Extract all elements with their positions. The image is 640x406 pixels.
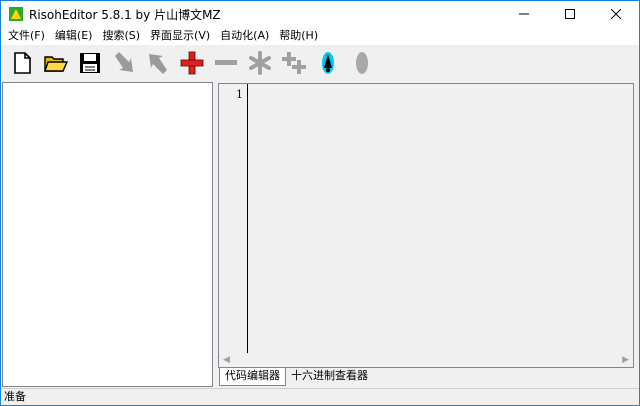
minimize-button[interactable] [501, 1, 547, 27]
tab-code-editor[interactable]: 代码编辑器 [219, 368, 286, 386]
horizontal-scrollbar[interactable]: ◀ ▶ [219, 353, 633, 367]
menu-edit[interactable]: 编辑(E) [50, 27, 98, 45]
menu-help[interactable]: 帮助(H) [274, 27, 323, 45]
compile-rocket-icon [322, 52, 334, 74]
resource-tree[interactable] [2, 82, 213, 387]
test-ellipse-icon [356, 52, 368, 74]
new-file-icon [14, 52, 31, 74]
add-button[interactable] [175, 46, 209, 80]
maximize-icon [565, 9, 575, 19]
import-button[interactable] [107, 46, 141, 80]
delete-minus-icon [215, 60, 237, 65]
save-button[interactable] [73, 46, 107, 80]
line-number-gutter: 1 [219, 84, 248, 354]
modify-button[interactable] [243, 46, 277, 80]
title-bar: RisohEditor 5.8.1 by 片山博文MZ [1, 1, 639, 27]
compile-button[interactable] [311, 46, 345, 80]
copy-plus-icon [282, 52, 306, 74]
maximize-button[interactable] [547, 1, 593, 27]
menu-bar: 文件(F) 编辑(E) 搜索(S) 界面显示(V) 自动化(A) 帮助(H) [1, 27, 639, 45]
menu-search[interactable]: 搜索(S) [97, 27, 145, 45]
status-bar: 准备 [1, 388, 639, 405]
close-icon [611, 9, 621, 19]
scroll-left-icon[interactable]: ◀ [223, 355, 230, 365]
add-plus-icon [180, 51, 204, 75]
window-title: RisohEditor 5.8.1 by 片山博文MZ [29, 7, 221, 22]
editor-tabs: 代码编辑器 十六进制查看器 [219, 368, 373, 386]
menu-automation[interactable]: 自动化(A) [215, 27, 274, 45]
copy-button[interactable] [277, 46, 311, 80]
line-number: 1 [236, 88, 243, 101]
open-button[interactable] [39, 46, 73, 80]
menu-view[interactable]: 界面显示(V) [145, 27, 215, 45]
delete-button[interactable] [209, 46, 243, 80]
open-folder-icon [44, 56, 69, 72]
window-controls [501, 1, 639, 27]
export-arrow-icon [149, 54, 167, 74]
modify-asterisk-icon [249, 51, 271, 75]
save-disk-icon [80, 53, 100, 73]
code-text-area[interactable] [249, 84, 633, 354]
import-arrow-icon [115, 52, 133, 72]
new-button[interactable] [5, 46, 39, 80]
tab-hex-viewer[interactable]: 十六进制查看器 [286, 368, 373, 386]
status-text: 准备 [4, 390, 26, 403]
scroll-right-icon[interactable]: ▶ [622, 355, 629, 365]
code-editor[interactable]: 1 ◀ ▶ [218, 83, 634, 368]
test-button[interactable] [345, 46, 379, 80]
toolbar [1, 45, 639, 81]
close-button[interactable] [593, 1, 639, 27]
minimize-icon [519, 13, 529, 15]
app-logo-icon [9, 7, 23, 21]
menu-file[interactable]: 文件(F) [3, 27, 50, 45]
export-button[interactable] [141, 46, 175, 80]
app-window: RisohEditor 5.8.1 by 片山博文MZ 文件(F) 编辑(E) … [0, 0, 640, 406]
